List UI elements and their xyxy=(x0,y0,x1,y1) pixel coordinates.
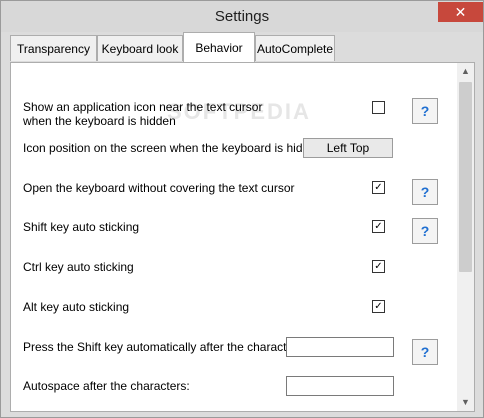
open-without-covering-help-button[interactable]: ? xyxy=(412,179,438,205)
shift-sticking-label: Shift key auto sticking xyxy=(23,220,140,234)
show-icon-label-line1: Show an application icon near the text c… xyxy=(23,100,263,114)
behavior-panel: SOFTPEDIA Show an application icon near … xyxy=(10,62,475,412)
icon-position-label: Icon position on the screen when the key… xyxy=(23,141,323,155)
show-icon-checkbox[interactable] xyxy=(372,101,385,114)
tab-autocomplete[interactable]: AutoComplete xyxy=(255,35,335,61)
shift-sticking-help-button[interactable]: ? xyxy=(412,218,438,244)
shift-after-chars-input[interactable] xyxy=(286,337,394,357)
tab-behavior[interactable]: Behavior xyxy=(183,32,255,62)
shift-sticking-checkbox[interactable]: ✓ xyxy=(372,220,385,233)
scroll-down-arrow-icon[interactable]: ▼ xyxy=(457,394,474,411)
settings-content: SOFTPEDIA Show an application icon near … xyxy=(11,63,457,411)
alt-sticking-checkbox[interactable]: ✓ xyxy=(372,300,385,313)
autospace-label: Autospace after the characters: xyxy=(23,379,190,393)
tab-transparency[interactable]: Transparency xyxy=(10,35,97,61)
vertical-scrollbar[interactable]: ▲ ▼ xyxy=(457,63,474,411)
alt-sticking-label: Alt key auto sticking xyxy=(23,300,130,314)
window-title: Settings xyxy=(214,8,270,25)
close-button[interactable]: ✕ xyxy=(438,2,483,22)
autospace-input[interactable] xyxy=(286,376,394,396)
shift-after-chars-label: Press the Shift key automatically after … xyxy=(23,340,307,354)
icon-position-button[interactable]: Left Top xyxy=(303,138,393,158)
scrollbar-thumb[interactable] xyxy=(459,82,472,272)
ctrl-sticking-checkbox[interactable]: ✓ xyxy=(372,260,385,273)
show-icon-label-line2: when the keyboard is hidden xyxy=(23,114,176,128)
open-without-covering-checkbox[interactable]: ✓ xyxy=(372,181,385,194)
ctrl-sticking-label: Ctrl key auto sticking xyxy=(23,260,134,274)
open-without-covering-label: Open the keyboard without covering the t… xyxy=(23,181,295,195)
show-icon-help-button[interactable]: ? xyxy=(412,98,438,124)
tab-keyboard-look[interactable]: Keyboard look xyxy=(97,35,183,61)
title-bar: Settings ✕ xyxy=(1,1,483,32)
shift-after-chars-help-button[interactable]: ? xyxy=(412,339,438,365)
settings-window: Settings ✕ Transparency Keyboard look Be… xyxy=(0,0,484,418)
scroll-up-arrow-icon[interactable]: ▲ xyxy=(457,63,474,80)
